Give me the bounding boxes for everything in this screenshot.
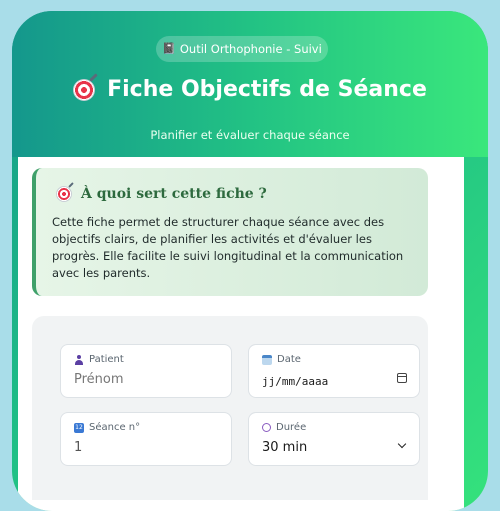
session-number-label-text: Séance n° [89, 422, 141, 433]
notebook-icon: 📓 [162, 42, 176, 55]
date-label: Date [262, 354, 301, 365]
calendar-icon [262, 354, 272, 365]
duration-field[interactable]: Durée 30 min [248, 412, 420, 466]
duration-label-text: Durée [276, 422, 307, 433]
patient-label-text: Patient [89, 354, 124, 365]
info-text: Cette fiche permet de structurer chaque … [52, 215, 404, 280]
timer-icon [262, 423, 271, 432]
page-title-text: Fiche Objectifs de Séance [107, 77, 427, 102]
app-badge-label: Outil Orthophonie - Suivi [179, 42, 322, 56]
patient-label: Patient [74, 354, 124, 365]
chevron-down-icon[interactable] [397, 439, 407, 449]
patient-input[interactable]: Prénom [74, 372, 124, 387]
info-box: À quoi sert cette fiche ? Cette fiche pe… [32, 168, 428, 296]
duration-label: Durée [262, 422, 306, 433]
duration-select[interactable]: 30 min [262, 440, 307, 455]
info-title-text: À quoi sert cette fiche ? [81, 186, 267, 202]
session-form: Patient Prénom Date jj/mm/aaaa 12 Séance… [32, 316, 428, 500]
session-number-input[interactable]: 1 [74, 440, 82, 455]
page-title: Fiche Objectifs de Séance [12, 77, 488, 102]
app-badge: 📓 Outil Orthophonie - Suivi [156, 36, 328, 62]
header: 📓 Outil Orthophonie - Suivi Fiche Object… [12, 11, 488, 157]
date-label-text: Date [277, 354, 301, 365]
target-icon [56, 186, 72, 202]
date-input[interactable]: jj/mm/aaaa [262, 375, 328, 388]
person-icon [74, 354, 84, 365]
date-field[interactable]: Date jj/mm/aaaa [248, 344, 420, 398]
page-subtitle: Planifier et évaluer chaque séance [150, 128, 350, 142]
session-number-label: 12 Séance n° [74, 422, 140, 433]
session-number-field[interactable]: 12 Séance n° 1 [60, 412, 232, 466]
calendar-picker-icon[interactable] [397, 373, 407, 383]
info-title: À quoi sert cette fiche ? [56, 186, 267, 202]
numbers-icon: 12 [74, 422, 84, 433]
target-icon [73, 78, 96, 101]
patient-field[interactable]: Patient Prénom [60, 344, 232, 398]
